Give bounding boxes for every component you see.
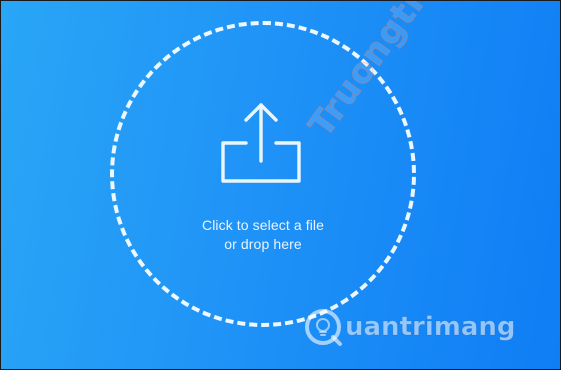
upload-icon[interactable] [216,100,306,184]
drop-zone-instruction-line1[interactable]: Click to select a file [151,216,375,234]
watermark-brand: uantrimang [303,305,516,349]
watermark-brand-text: uantrimang [345,312,516,343]
watermark-site-text: Truongtin.top [301,0,496,145]
quantrimang-logo-icon [305,309,342,346]
drop-zone-instruction-line2[interactable]: or drop here [151,235,375,253]
upload-page: Click to select a file or drop here Truo… [0,0,561,370]
